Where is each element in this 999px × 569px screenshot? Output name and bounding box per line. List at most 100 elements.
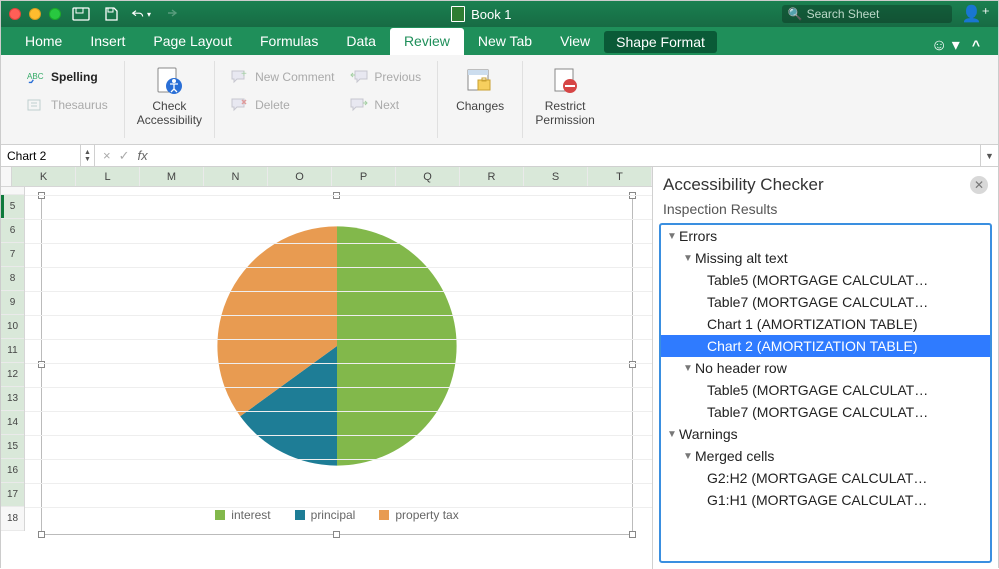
row-header[interactable]: 7 [1,243,24,267]
cell-grid[interactable]: interest principal property tax [25,187,652,531]
tree-item[interactable]: G2:H2 (MORTGAGE CALCULAT… [661,467,990,489]
tree-item[interactable]: Chart 1 (AMORTIZATION TABLE) [661,313,990,335]
row-header[interactable] [1,187,24,195]
disclosure-triangle-icon[interactable]: ▼ [667,429,677,440]
tab-view[interactable]: View [546,28,604,55]
resize-handle[interactable] [38,531,45,538]
row-header[interactable]: 12 [1,363,24,387]
share-icon[interactable]: 👤⁺ [962,4,990,24]
chart-legend: interest principal property tax [42,508,632,522]
name-box[interactable]: Chart 2 [1,145,81,166]
row-header[interactable]: 14 [1,411,24,435]
tab-new-tab[interactable]: New Tab [464,28,546,55]
minimize-window-icon[interactable] [29,8,41,20]
column-header[interactable]: K [12,167,76,186]
tree-label: Table5 (MORTGAGE CALCULAT… [707,272,928,288]
tab-review[interactable]: Review [390,28,464,55]
undo-icon[interactable]: ▾ [131,5,151,23]
pie-slice[interactable] [337,226,457,465]
pane-close-icon[interactable]: ✕ [970,176,988,194]
row-header[interactable]: 8 [1,267,24,291]
thesaurus-button[interactable]: Thesaurus [23,93,112,117]
tree-item[interactable]: Chart 2 (AMORTIZATION TABLE) [661,335,990,357]
tree-group[interactable]: ▼No header row [661,357,990,379]
tree-group[interactable]: ▼Missing alt text [661,247,990,269]
next-comment-button[interactable]: Next [346,93,425,117]
tree-label: G2:H2 (MORTGAGE CALCULAT… [707,470,927,486]
column-header[interactable]: P [332,167,396,186]
disclosure-triangle-icon[interactable]: ▼ [683,253,693,264]
autosave-icon[interactable] [71,5,91,23]
column-header[interactable]: Q [396,167,460,186]
formula-input[interactable] [156,145,980,166]
save-icon[interactable] [101,5,121,23]
cancel-formula-icon[interactable]: × [103,148,111,163]
column-header[interactable]: T [588,167,652,186]
close-window-icon[interactable] [9,8,21,20]
worksheet[interactable]: KLMNOPQRST 56789101112131415161718 inter… [1,167,652,569]
inspection-tree[interactable]: ▼Errors▼Missing alt text Table5 (MORTGAGE… [659,223,992,563]
check-accessibility-button[interactable]: Check Accessibility [137,61,202,128]
tree-group[interactable]: ▼Merged cells [661,445,990,467]
fx-icon[interactable]: fx [138,148,148,163]
column-header[interactable]: L [76,167,140,186]
tree-item[interactable]: Table7 (MORTGAGE CALCULAT… [661,401,990,423]
chart-object[interactable]: interest principal property tax [41,195,633,535]
tree-item[interactable]: Table5 (MORTGAGE CALCULAT… [661,269,990,291]
collapse-ribbon-icon[interactable]: ^ [972,37,980,53]
tree-item[interactable]: G1:H1 (MORTGAGE CALCULAT… [661,489,990,511]
previous-comment-button[interactable]: Previous [346,65,425,89]
svg-text:ABC: ABC [27,72,44,81]
spelling-button[interactable]: ABC Spelling [23,65,112,89]
resize-handle[interactable] [629,531,636,538]
search-sheet[interactable]: 🔍 Search Sheet [782,5,952,23]
tree-group[interactable]: ▼Warnings [661,423,990,445]
row-header[interactable]: 11 [1,339,24,363]
column-header[interactable]: S [524,167,588,186]
row-header[interactable]: 9 [1,291,24,315]
tab-home[interactable]: Home [11,28,76,55]
legend-item[interactable]: interest [215,508,270,522]
search-placeholder: Search Sheet [807,7,880,21]
restrict-permission-button[interactable]: Restrict Permission [535,61,595,128]
row-header[interactable]: 6 [1,219,24,243]
enter-formula-icon[interactable]: ✓ [119,148,130,164]
legend-item[interactable]: principal [295,508,356,522]
select-all-corner[interactable] [1,167,12,186]
tab-shape-format[interactable]: Shape Format [604,31,717,53]
disclosure-triangle-icon[interactable]: ▼ [683,363,693,374]
disclosure-triangle-icon[interactable]: ▼ [683,451,693,462]
tab-data[interactable]: Data [332,28,390,55]
row-header[interactable]: 17 [1,483,24,507]
tab-insert[interactable]: Insert [76,28,139,55]
column-header[interactable]: R [460,167,524,186]
zoom-window-icon[interactable] [49,8,61,20]
column-header[interactable]: N [204,167,268,186]
row-header[interactable]: 13 [1,387,24,411]
tree-item[interactable]: Table7 (MORTGAGE CALCULAT… [661,291,990,313]
row-header[interactable]: 15 [1,435,24,459]
tree-group[interactable]: ▼Errors [661,225,990,247]
legend-label: property tax [395,508,458,522]
row-header[interactable]: 18 [1,507,24,531]
column-header[interactable]: O [268,167,332,186]
group-changes: Changes [438,61,523,138]
tree-item[interactable]: Table5 (MORTGAGE CALCULAT… [661,379,990,401]
redo-icon[interactable] [161,5,181,23]
quick-access-toolbar: ▾ [71,5,181,23]
row-header[interactable]: 10 [1,315,24,339]
tab-formulas[interactable]: Formulas [246,28,332,55]
delete-comment-button[interactable]: Delete [227,93,338,117]
tab-page-layout[interactable]: Page Layout [139,28,246,55]
changes-button[interactable]: Changes [450,61,510,114]
legend-item[interactable]: property tax [379,508,458,522]
expand-formula-bar-icon[interactable]: ▼ [980,145,998,166]
row-header[interactable]: 16 [1,459,24,483]
feedback-icon[interactable]: ☺ ▾ [931,35,960,55]
column-header[interactable]: M [140,167,204,186]
new-comment-button[interactable]: + New Comment [227,65,338,89]
disclosure-triangle-icon[interactable]: ▼ [667,231,677,242]
row-header[interactable]: 5 [1,195,24,219]
resize-handle[interactable] [333,531,340,538]
name-box-spinner[interactable]: ▲▼ [81,145,95,166]
